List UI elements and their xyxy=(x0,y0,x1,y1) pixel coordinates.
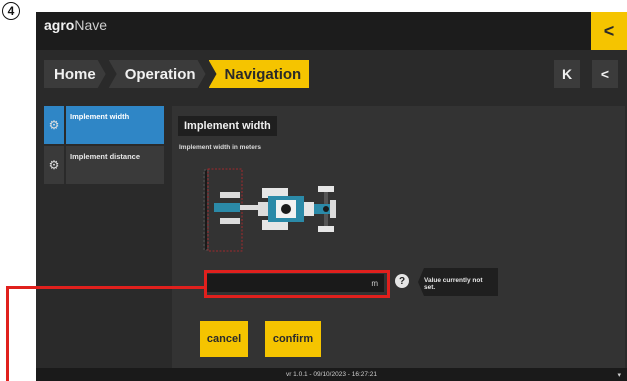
breadcrumb-home[interactable]: Home xyxy=(44,60,106,88)
cancel-button[interactable]: cancel xyxy=(200,321,248,357)
gear-icon: ⚙ xyxy=(44,146,64,184)
confirm-button[interactable]: confirm xyxy=(265,321,321,357)
panel-title: Implement width xyxy=(178,116,277,136)
first-page-button[interactable]: K xyxy=(554,60,580,88)
highlight-callout-line xyxy=(6,286,204,289)
wifi-icon: ▾ xyxy=(617,372,621,379)
breadcrumb: Home Operation Navigation xyxy=(44,60,312,88)
settings-menu: ⚙ Implement width ⚙ Implement distance xyxy=(44,106,164,186)
settings-panel: Implement width Implement width in meter… xyxy=(172,106,625,368)
panel-subtitle: Implement width in meters xyxy=(179,144,261,151)
app-screen: agroNave < Home Operation Navigation K <… xyxy=(36,12,627,381)
menu-item-label: Implement distance xyxy=(66,146,164,184)
highlight-box xyxy=(204,270,390,298)
back-button[interactable]: < xyxy=(592,60,618,88)
chevron-left-icon: < xyxy=(603,20,615,41)
highlight-callout-line-vertical xyxy=(6,286,9,381)
help-icon[interactable]: ? xyxy=(395,274,409,288)
status-tooltip: Value currently not set. xyxy=(418,268,498,296)
menu-item-implement-width[interactable]: ⚙ Implement width xyxy=(44,106,164,144)
brand-logo: agroNave xyxy=(44,17,108,33)
footer-version: vr 1.0.1 - 09/10/2023 - 16:27:21 xyxy=(36,368,627,381)
step-number-badge: 4 xyxy=(2,2,20,20)
breadcrumb-navigation[interactable]: Navigation xyxy=(208,60,310,88)
header-back-button[interactable]: < xyxy=(591,12,627,50)
menu-item-implement-distance[interactable]: ⚙ Implement distance xyxy=(44,146,164,184)
gear-icon: ⚙ xyxy=(44,106,64,144)
menu-item-label: Implement width xyxy=(66,106,164,144)
top-bar: agroNave < xyxy=(36,12,627,50)
breadcrumb-operation[interactable]: Operation xyxy=(109,60,206,88)
tractor-implement-diagram xyxy=(203,168,336,252)
